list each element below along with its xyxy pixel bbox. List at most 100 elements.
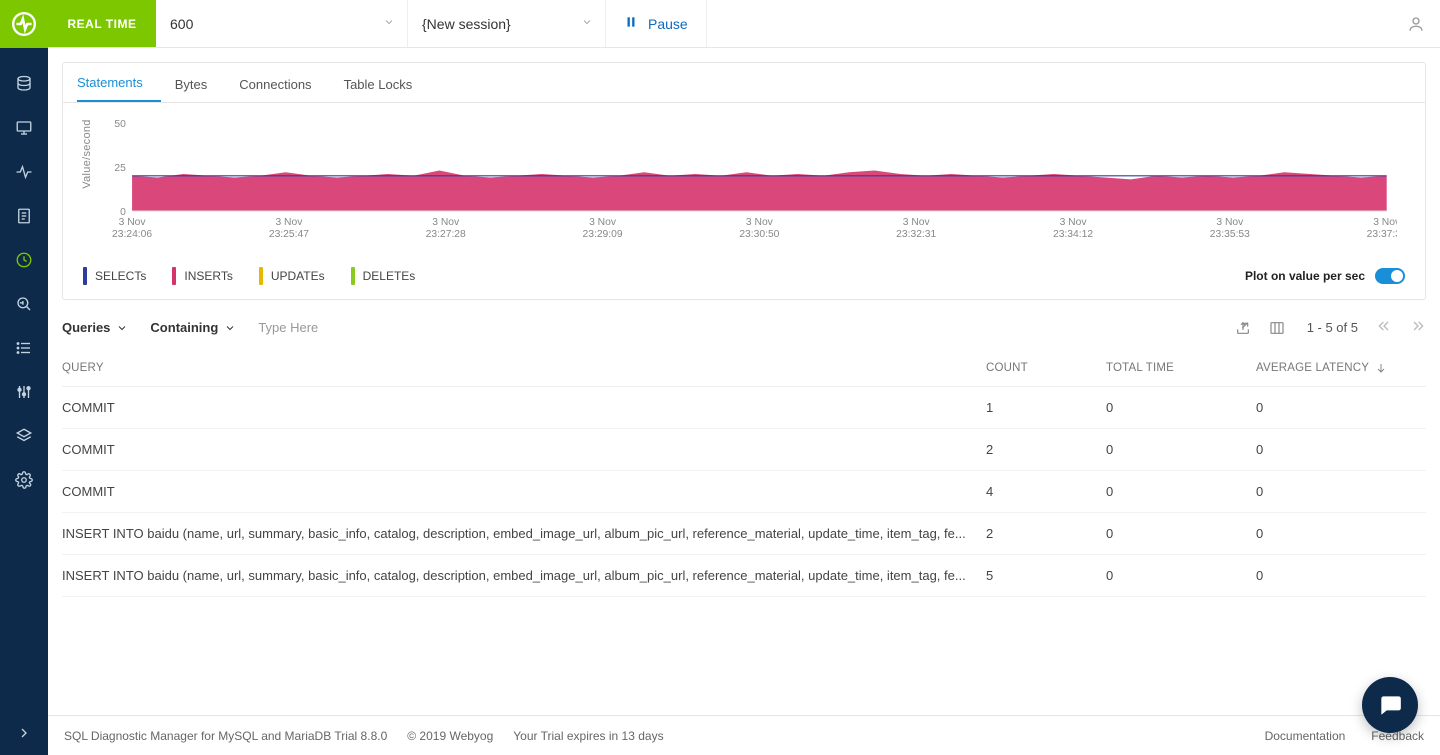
svg-text:23:37:34: 23:37:34 [1367, 229, 1397, 240]
svg-text:3 Nov: 3 Nov [119, 217, 147, 228]
plot-per-sec-toggle[interactable] [1375, 268, 1405, 284]
pager-prev-button[interactable] [1376, 318, 1392, 337]
legend-item[interactable]: INSERTs [172, 267, 232, 285]
sidebar-item-servers[interactable] [0, 62, 48, 106]
documentation-link[interactable]: Documentation [1265, 729, 1346, 743]
svg-text:3 Nov: 3 Nov [589, 217, 617, 228]
legend-label: SELECTs [95, 269, 146, 283]
sidebar-item-layers[interactable] [0, 414, 48, 458]
cell-query: COMMIT [62, 400, 986, 415]
cell-total-time: 0 [1106, 484, 1256, 499]
sidebar-item-report[interactable] [0, 194, 48, 238]
chart-legend: SELECTs INSERTs UPDATEs DELETEs [83, 267, 415, 285]
session-select[interactable]: {New session} [408, 0, 606, 47]
query-match-dropdown[interactable]: Containing [150, 320, 236, 335]
column-header-query[interactable]: QUERY [62, 362, 986, 374]
sidebar-expand-button[interactable] [0, 711, 48, 755]
query-toolbar: Queries Containing 1 - 5 of 5 [62, 318, 1426, 345]
realtime-badge: REAL TIME [48, 0, 156, 47]
table-row[interactable]: COMMIT400 [62, 471, 1426, 513]
pager-info: 1 - 5 of 5 [1307, 320, 1358, 335]
chevron-down-icon [224, 322, 236, 334]
y-axis-label: Value/second [81, 109, 93, 199]
pause-icon [624, 15, 638, 32]
legend-swatch-icon [83, 267, 87, 285]
copyright-label: © 2019 Webyog [407, 729, 493, 743]
product-label: SQL Diagnostic Manager for MySQL and Mar… [64, 729, 387, 743]
legend-swatch-icon [351, 267, 355, 285]
cell-avg-latency: 0 [1256, 442, 1426, 457]
tab-statements[interactable]: Statements [77, 65, 161, 102]
legend-item[interactable]: SELECTs [83, 267, 146, 285]
svg-text:23:27:28: 23:27:28 [426, 229, 466, 240]
sidebar-item-realtime[interactable] [0, 238, 48, 282]
cell-count: 4 [986, 484, 1106, 499]
interval-value: 600 [170, 16, 193, 32]
cell-count: 5 [986, 568, 1106, 583]
app-logo[interactable] [0, 0, 48, 48]
svg-text:23:25:47: 23:25:47 [269, 229, 309, 240]
content-scroll[interactable]: Statements Bytes Connections Table Locks Va… [48, 48, 1440, 715]
cell-avg-latency: 0 [1256, 526, 1426, 541]
svg-text:23:24:06: 23:24:06 [112, 229, 152, 240]
table-row[interactable]: INSERT INTO baidu (name, url, summary, b… [62, 555, 1426, 597]
legend-label: UPDATEs [271, 269, 325, 283]
chevron-down-icon [581, 16, 593, 31]
topbar: REAL TIME 600 {New session} Pause [48, 0, 1440, 48]
cell-total-time: 0 [1106, 568, 1256, 583]
sidebar [0, 0, 48, 755]
svg-text:3 Nov: 3 Nov [1216, 217, 1244, 228]
sidebar-item-list[interactable] [0, 326, 48, 370]
chevron-down-icon [383, 16, 395, 31]
column-header-avg-latency[interactable]: AVERAGE LATENCY [1256, 362, 1426, 374]
statements-chart: 025503 Nov23:24:063 Nov23:25:473 Nov23:2… [97, 117, 1397, 247]
svg-text:23:29:09: 23:29:09 [583, 229, 623, 240]
svg-text:25: 25 [114, 163, 126, 174]
cell-avg-latency: 0 [1256, 484, 1426, 499]
query-search-input[interactable] [258, 320, 458, 335]
table-row[interactable]: COMMIT200 [62, 429, 1426, 471]
table-row[interactable]: INSERT INTO baidu (name, url, summary, b… [62, 513, 1426, 555]
column-header-total-time[interactable]: TOTAL TIME [1106, 362, 1256, 374]
chevron-down-icon [116, 322, 128, 334]
cell-total-time: 0 [1106, 400, 1256, 415]
svg-text:23:30:50: 23:30:50 [739, 229, 779, 240]
tab-bytes[interactable]: Bytes [175, 67, 226, 102]
pause-button[interactable]: Pause [606, 0, 707, 47]
legend-label: INSERTs [184, 269, 232, 283]
interval-select[interactable]: 600 [156, 0, 408, 47]
legend-item[interactable]: DELETEs [351, 267, 416, 285]
export-icon[interactable] [1235, 320, 1251, 336]
svg-text:3 Nov: 3 Nov [903, 217, 931, 228]
pager-next-button[interactable] [1410, 318, 1426, 337]
sidebar-item-monitor[interactable] [0, 106, 48, 150]
cell-query: INSERT INTO baidu (name, url, summary, b… [62, 526, 986, 541]
table-row[interactable]: COMMIT100 [62, 387, 1426, 429]
queries-table: QUERY COUNT TOTAL TIME AVERAGE LATENCY C… [62, 349, 1426, 597]
trial-label: Your Trial expires in 13 days [513, 729, 663, 743]
table-header: QUERY COUNT TOTAL TIME AVERAGE LATENCY [62, 349, 1426, 387]
svg-text:23:32:31: 23:32:31 [896, 229, 936, 240]
sidebar-item-sliders[interactable] [0, 370, 48, 414]
column-header-count[interactable]: COUNT [986, 362, 1106, 374]
sidebar-item-activity[interactable] [0, 150, 48, 194]
tab-table-locks[interactable]: Table Locks [344, 67, 431, 102]
sidebar-item-settings[interactable] [0, 458, 48, 502]
tab-connections[interactable]: Connections [239, 67, 329, 102]
svg-text:3 Nov: 3 Nov [432, 217, 460, 228]
columns-icon[interactable] [1269, 320, 1285, 336]
legend-item[interactable]: UPDATEs [259, 267, 325, 285]
svg-text:3 Nov: 3 Nov [275, 217, 303, 228]
cell-query: INSERT INTO baidu (name, url, summary, b… [62, 568, 986, 583]
user-menu-button[interactable] [1392, 0, 1440, 47]
query-scope-label: Queries [62, 320, 110, 335]
cell-count: 2 [986, 526, 1106, 541]
svg-text:23:35:53: 23:35:53 [1210, 229, 1250, 240]
statements-card: Statements Bytes Connections Table Locks Va… [62, 62, 1426, 300]
chat-fab-button[interactable] [1362, 677, 1418, 733]
cell-avg-latency: 0 [1256, 400, 1426, 415]
query-scope-dropdown[interactable]: Queries [62, 320, 128, 335]
svg-text:50: 50 [114, 119, 126, 130]
sidebar-item-query-analyzer[interactable] [0, 282, 48, 326]
cell-avg-latency: 0 [1256, 568, 1426, 583]
